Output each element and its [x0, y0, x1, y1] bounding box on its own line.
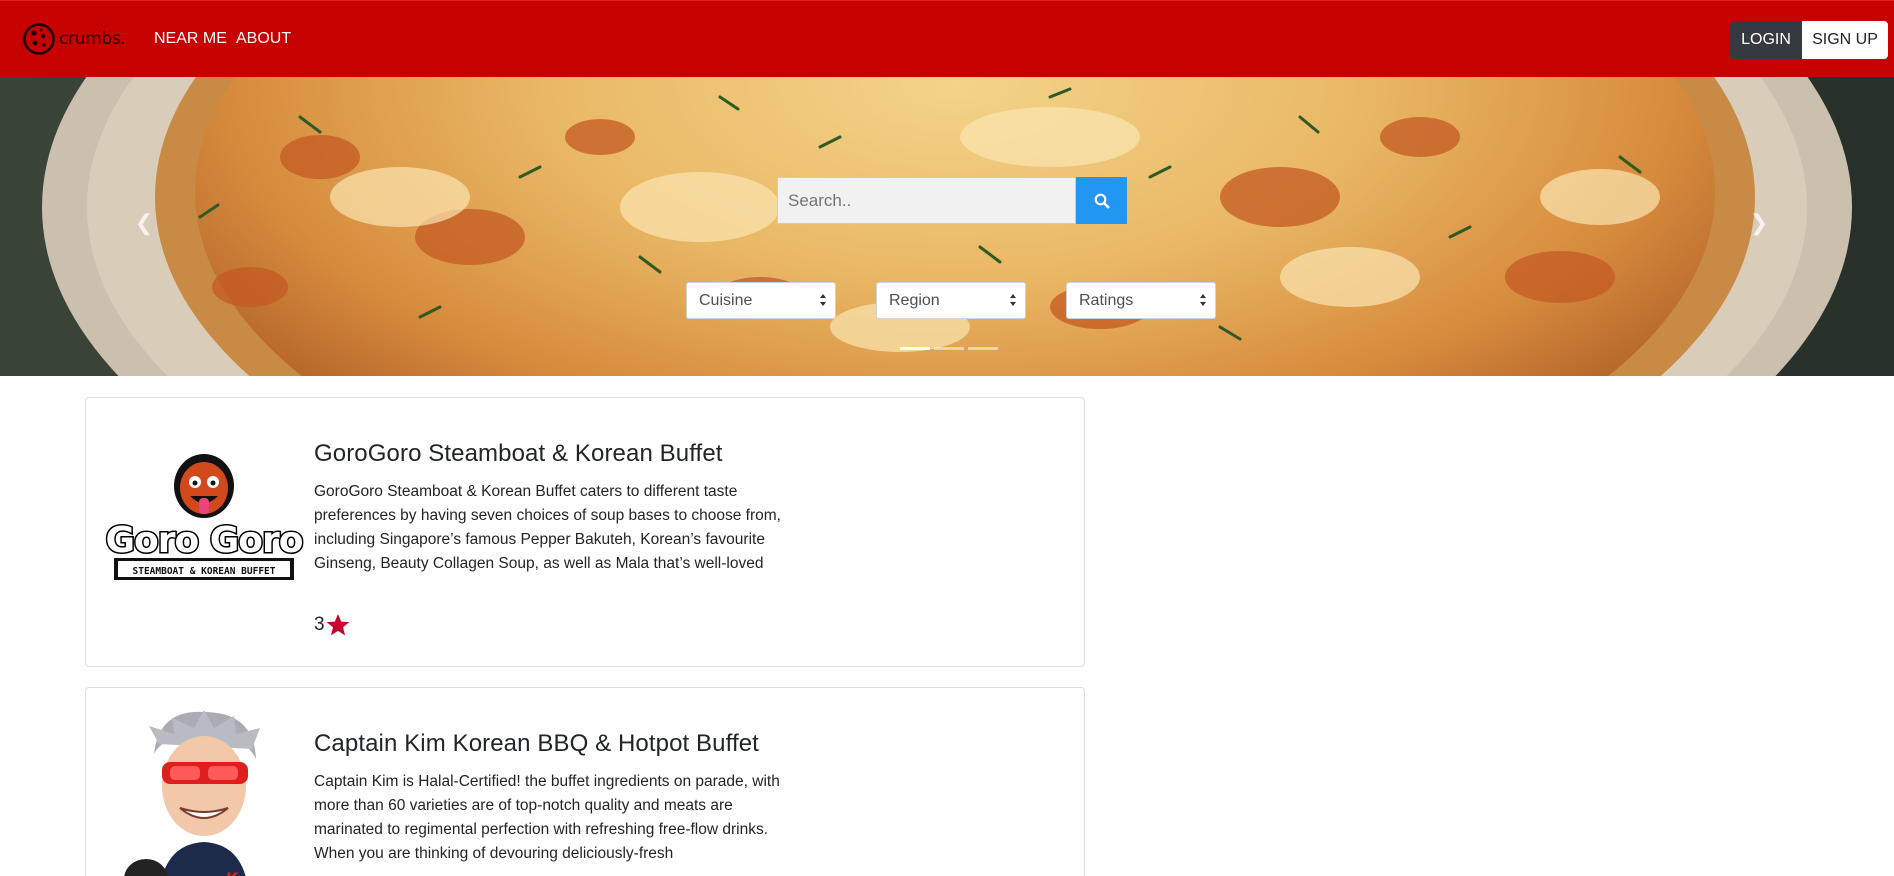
- region-select-value: Region: [889, 292, 940, 309]
- sort-caret-icon: [1200, 294, 1206, 306]
- hero-carousel: ❮ ❯ Cuisine Region Ratings: [0, 77, 1894, 376]
- restaurant-description: Captain Kim is Halal-Certified! the buff…: [314, 773, 780, 862]
- gorogoro-logo-image: Goro Goro STEAMBOAT & KOREAN BUFFET: [104, 444, 304, 604]
- svg-text:K: K: [226, 869, 239, 876]
- star-icon: [326, 613, 349, 636]
- login-button[interactable]: LOGIN: [1730, 21, 1802, 59]
- chevron-right-icon: ❯: [1749, 211, 1769, 236]
- sort-caret-icon: [1010, 294, 1016, 306]
- carousel-prev-control[interactable]: ❮: [132, 212, 156, 236]
- restaurant-name[interactable]: Captain Kim Korean BBQ & Hotpot Buffet: [314, 730, 759, 758]
- restaurant-name[interactable]: GoroGoro Steamboat & Korean Buffet: [314, 440, 723, 468]
- pizza-hero-image: [0, 77, 1894, 376]
- brand-logo-link[interactable]: crumbs.: [22, 21, 126, 57]
- cookie-icon: [23, 23, 55, 55]
- signup-button[interactable]: SIGN UP: [1802, 21, 1888, 59]
- carousel-indicators: [900, 347, 998, 350]
- captain-kim-mascot-image: K: [104, 704, 304, 876]
- search-button[interactable]: [1076, 177, 1127, 224]
- brand-name: crumbs.: [59, 29, 126, 49]
- carousel-indicator-1[interactable]: [900, 347, 930, 350]
- cuisine-select-value: Cuisine: [699, 292, 753, 309]
- search-icon: [1094, 193, 1109, 208]
- search-bar: [777, 177, 1127, 224]
- ratings-select[interactable]: Ratings: [1066, 282, 1216, 319]
- restaurant-card[interactable]: Goro Goro STEAMBOAT & KOREAN BUFFET Goro…: [85, 397, 1085, 667]
- cuisine-select[interactable]: Cuisine: [686, 282, 836, 319]
- nav-link-near-me[interactable]: NEAR ME: [154, 30, 227, 48]
- logo-text-top: Goro Goro: [105, 520, 302, 561]
- carousel-next-control[interactable]: ❯: [1747, 212, 1771, 236]
- restaurant-description: GoroGoro Steamboat & Korean Buffet cater…: [314, 483, 781, 572]
- carousel-indicator-2[interactable]: [934, 347, 964, 350]
- restaurant-rating: 3: [314, 612, 351, 638]
- top-navbar: crumbs. NEAR ME ABOUT LOGIN SIGN UP: [0, 0, 1894, 77]
- chevron-left-icon: ❮: [134, 211, 154, 236]
- ratings-select-value: Ratings: [1079, 292, 1134, 309]
- search-input[interactable]: [777, 177, 1076, 224]
- carousel-indicator-3[interactable]: [968, 347, 998, 350]
- region-select[interactable]: Region: [876, 282, 1026, 319]
- nav-link-about[interactable]: ABOUT: [236, 30, 291, 48]
- sort-caret-icon: [820, 294, 826, 306]
- rating-value: 3: [314, 614, 325, 635]
- logo-text-bottom: STEAMBOAT & KOREAN BUFFET: [133, 566, 276, 577]
- restaurant-card[interactable]: K Captain Kim Korean BBQ & Hotpot Buffet…: [85, 687, 1085, 876]
